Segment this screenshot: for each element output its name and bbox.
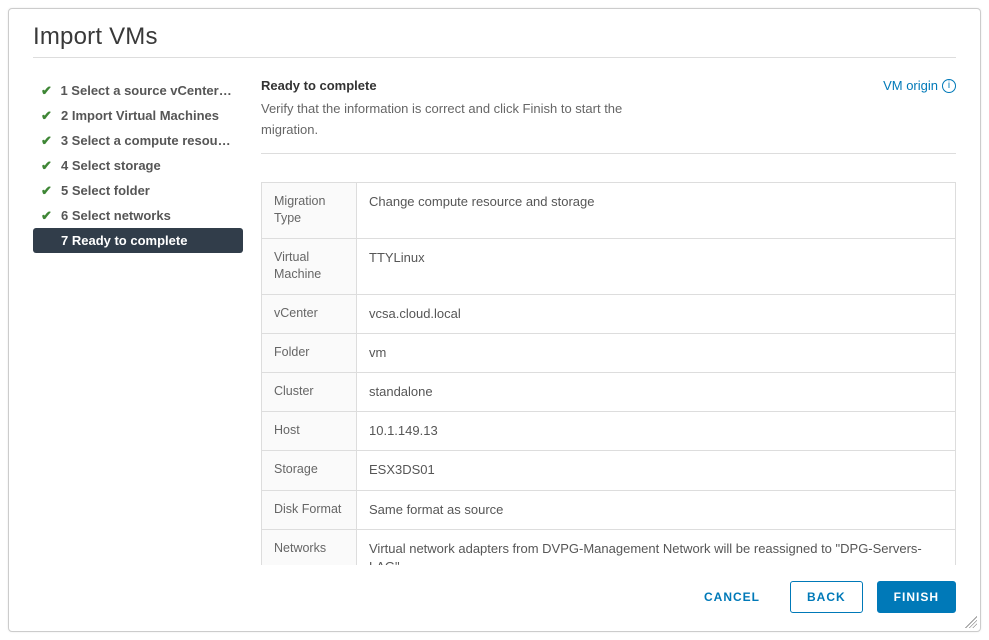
summary-value-networks: Virtual network adapters from DVPG-Manag… [357, 529, 956, 565]
cancel-button[interactable]: CANCEL [688, 582, 776, 612]
step-label: 4 Select storage [61, 158, 161, 173]
check-icon: ✔ [41, 209, 55, 222]
table-row: Networks Virtual network adapters from D… [262, 529, 956, 565]
check-icon: ✔ [41, 184, 55, 197]
summary-value-disk-format: Same format as source [357, 490, 956, 529]
step-7-ready-to-complete[interactable]: ✔ 7 Ready to complete [33, 228, 243, 253]
import-vms-dialog: Import VMs ✔ 1 Select a source vCenter S… [8, 8, 981, 632]
dialog-title: Import VMs [33, 23, 956, 58]
back-button[interactable]: BACK [790, 581, 863, 613]
summary-key-storage: Storage [262, 451, 357, 490]
table-row: vCenter vcsa.cloud.local [262, 294, 956, 333]
content-header-text: Ready to complete Verify that the inform… [261, 78, 681, 141]
summary-key-disk-format: Disk Format [262, 490, 357, 529]
table-row: Virtual Machine TTYLinux [262, 238, 956, 294]
dialog-body: ✔ 1 Select a source vCenter S... ✔ 2 Imp… [9, 66, 980, 565]
step-3-select-compute-resource[interactable]: ✔ 3 Select a compute resource [33, 128, 243, 153]
finish-button[interactable]: FINISH [877, 581, 956, 613]
resize-grip-icon[interactable] [965, 616, 977, 628]
dialog-header: Import VMs [9, 9, 980, 66]
step-label: 7 Ready to complete [61, 233, 187, 248]
step-label: 3 Select a compute resource [61, 133, 235, 148]
step-label: 2 Import Virtual Machines [61, 108, 219, 123]
summary-key-vcenter: vCenter [262, 294, 357, 333]
summary-key-host: Host [262, 412, 357, 451]
step-label: 6 Select networks [61, 208, 171, 223]
summary-key-folder: Folder [262, 333, 357, 372]
table-row: Disk Format Same format as source [262, 490, 956, 529]
summary-key-virtual-machine: Virtual Machine [262, 238, 357, 294]
summary-value-storage: ESX3DS01 [357, 451, 956, 490]
step-4-select-storage[interactable]: ✔ 4 Select storage [33, 153, 243, 178]
summary-value-folder: vm [357, 333, 956, 372]
summary-value-virtual-machine: TTYLinux [357, 238, 956, 294]
table-row: Migration Type Change compute resource a… [262, 182, 956, 238]
summary-key-cluster: Cluster [262, 372, 357, 411]
step-label: 5 Select folder [61, 183, 150, 198]
check-icon: ✔ [41, 109, 55, 122]
wizard-steps: ✔ 1 Select a source vCenter S... ✔ 2 Imp… [33, 66, 243, 565]
summary-value-cluster: standalone [357, 372, 956, 411]
check-icon: ✔ [41, 159, 55, 172]
step-label: 1 Select a source vCenter S... [60, 83, 235, 98]
table-row: Folder vm [262, 333, 956, 372]
summary-key-networks: Networks [262, 529, 357, 565]
table-row: Storage ESX3DS01 [262, 451, 956, 490]
content-description: Verify that the information is correct a… [261, 99, 681, 141]
table-row: Host 10.1.149.13 [262, 412, 956, 451]
summary-value-vcenter: vcsa.cloud.local [357, 294, 956, 333]
table-row: Cluster standalone [262, 372, 956, 411]
info-icon: i [942, 79, 956, 93]
step-2-import-virtual-machines[interactable]: ✔ 2 Import Virtual Machines [33, 103, 243, 128]
step-6-select-networks[interactable]: ✔ 6 Select networks [33, 203, 243, 228]
check-icon: ✔ [41, 84, 54, 97]
summary-key-migration-type: Migration Type [262, 182, 357, 238]
step-1-select-source-vcenter[interactable]: ✔ 1 Select a source vCenter S... [33, 78, 243, 103]
summary-value-migration-type: Change compute resource and storage [357, 182, 956, 238]
dialog-footer: CANCEL BACK FINISH [9, 565, 980, 631]
step-5-select-folder[interactable]: ✔ 5 Select folder [33, 178, 243, 203]
content-header: Ready to complete Verify that the inform… [261, 78, 956, 154]
check-icon: ✔ [41, 134, 55, 147]
vm-origin-link[interactable]: VM origin i [883, 78, 956, 93]
wizard-content: Ready to complete Verify that the inform… [261, 66, 956, 565]
content-title: Ready to complete [261, 78, 681, 93]
summary-value-host: 10.1.149.13 [357, 412, 956, 451]
vm-origin-label: VM origin [883, 78, 938, 93]
summary-table: Migration Type Change compute resource a… [261, 182, 956, 565]
